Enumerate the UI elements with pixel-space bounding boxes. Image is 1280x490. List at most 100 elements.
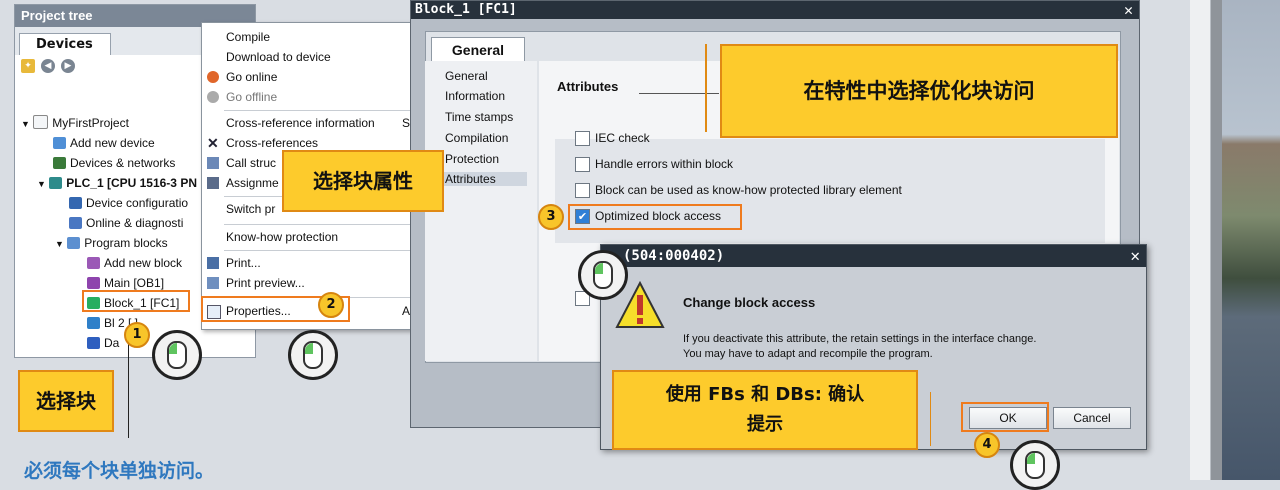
dialog-titlebar: (504:000402) ✕ [601, 245, 1146, 267]
menu-item-cross-ref-info[interactable]: Cross-reference information S [202, 113, 412, 133]
block1-highlight [82, 290, 190, 312]
optimized-highlight [568, 204, 742, 230]
project-icon [33, 115, 49, 129]
menu-label: Go offline [226, 90, 278, 104]
menu-separator [224, 110, 412, 111]
tree-item-label: PLC_1 [CPU 1516-3 PN [66, 176, 197, 190]
menu-label: Print preview... [226, 276, 305, 290]
device-config-icon [69, 197, 82, 209]
network-icon [53, 157, 66, 169]
callout-confirm-line1: 使用 FBs 和 DBs: 确认 [665, 384, 865, 405]
tree-item-label: Main [OB1] [104, 276, 165, 290]
background-photo [1222, 0, 1280, 480]
tree-item-devices-networks[interactable]: Devices & networks [53, 153, 175, 173]
know-how-library-label: Block can be used as know-how protected … [595, 183, 902, 197]
section-heading: Attributes [557, 79, 619, 94]
close-icon[interactable]: ✕ [1130, 245, 1140, 267]
tree-item-label: Program blocks [84, 236, 168, 250]
print-preview-icon [207, 277, 219, 289]
know-how-library-checkbox[interactable] [575, 183, 590, 198]
tab-general[interactable]: General [431, 37, 525, 62]
dialog-message-line1: If you deactivate this attribute, the re… [683, 333, 1037, 345]
add-block-icon [87, 257, 100, 269]
go-offline-icon [207, 91, 219, 103]
go-online-icon [207, 71, 219, 83]
nav-compilation[interactable]: Compilation [445, 131, 508, 145]
dialog-titlebar: Block_1 [FC1] ✕ [411, 1, 1139, 19]
mouse-click-icon [578, 250, 628, 300]
nav-protection[interactable]: Protection [445, 152, 499, 166]
tree-item-plc1[interactable]: ▼ PLC_1 [CPU 1516-3 PN [37, 173, 197, 193]
tree-item-myfirstproject[interactable]: ▼ MyFirstProject [21, 113, 129, 133]
menu-label: Compile [226, 30, 271, 44]
menu-label: Cross-references [226, 136, 319, 150]
nav-general[interactable]: General [445, 69, 488, 83]
callout-select-block: 选择块 [18, 370, 114, 432]
menu-label: Know-how protection [226, 230, 339, 244]
back-icon[interactable]: ◀ [41, 59, 55, 73]
tab-devices[interactable]: Devices [19, 33, 111, 55]
tree-item-label: Add new block [104, 256, 183, 270]
mouse-click-icon [288, 330, 338, 380]
dialog-title: (504:000402) [623, 248, 725, 264]
menu-label: Download to device [226, 50, 331, 64]
callout-optimize: 在特性中选择优化块访问 [720, 44, 1118, 138]
callout-confirm: 使用 FBs 和 DBs: 确认 提示 [612, 370, 918, 450]
add-device-icon [53, 137, 66, 149]
tree-item-label: Online & diagnosti [86, 216, 184, 230]
db-block-icon [87, 337, 100, 349]
scrollbar[interactable] [1190, 0, 1211, 480]
step-badge-2: 2 [318, 292, 344, 318]
tree-item-program-blocks[interactable]: ▼ Program blocks [55, 233, 168, 253]
iec-check-label: IEC check [595, 131, 650, 145]
expand-icon[interactable]: ▼ [37, 179, 46, 189]
tree-item-online-diagnostics[interactable]: Online & diagnosti [69, 213, 183, 233]
menu-separator [224, 250, 412, 251]
cancel-button[interactable]: Cancel [1053, 407, 1131, 429]
menu-label: Assignme [226, 176, 279, 190]
shortcut-label: S [401, 116, 410, 130]
step-badge-4: 4 [974, 432, 1000, 458]
menu-item-go-online[interactable]: Go online [202, 67, 412, 87]
connector-line [930, 392, 931, 446]
close-icon[interactable]: ✕ [1124, 1, 1133, 19]
menu-item-go-offline[interactable]: Go offline [202, 87, 412, 107]
forward-icon[interactable]: ▶ [61, 59, 75, 73]
menu-item-print[interactable]: Print... [202, 253, 412, 273]
print-icon [207, 257, 219, 269]
menu-item-print-preview[interactable]: Print preview... [202, 273, 412, 293]
tree-item-device-configuration[interactable]: Device configuratio [69, 193, 188, 213]
dialog-message-line2: You may have to adapt and recompile the … [683, 348, 933, 360]
fb-block-icon [87, 317, 100, 329]
callout-select-properties: 选择块属性 [282, 150, 444, 212]
expand-icon[interactable]: ▼ [21, 119, 30, 129]
tree-item-add-new-block[interactable]: Add new block [87, 253, 182, 273]
step-badge-3: 3 [538, 204, 564, 230]
tree-item-add-new-device[interactable]: Add new device [53, 133, 155, 153]
menu-item-know-how[interactable]: Know-how protection [202, 227, 412, 247]
mouse-click-icon [1010, 440, 1060, 490]
menu-item-download[interactable]: Download to device [202, 47, 412, 67]
mouse-click-icon [152, 330, 202, 380]
tree-item-data-block[interactable]: Da [87, 333, 119, 353]
folder-icon [67, 237, 81, 249]
ob-block-icon [87, 277, 100, 289]
iec-check-checkbox[interactable] [575, 131, 590, 146]
menu-item-compile[interactable]: Compile [202, 27, 412, 47]
nav-information[interactable]: Information [445, 89, 505, 103]
menu-label: Call struc [226, 156, 277, 170]
handle-errors-checkbox[interactable] [575, 157, 590, 172]
callout-confirm-line2: 提示 [747, 414, 783, 435]
background-window-strip [1190, 0, 1280, 480]
footer-note: 必须每个块单独访问。 [24, 460, 215, 482]
handle-errors-label: Handle errors within block [595, 157, 734, 171]
new-folder-icon[interactable]: ✦ [21, 59, 35, 73]
dialog-heading: Change block access [683, 295, 816, 310]
tree-item-label: Device configuratio [86, 196, 189, 210]
step-badge-1: 1 [124, 322, 150, 348]
nav-time-stamps[interactable]: Time stamps [445, 110, 513, 124]
tree-item-label: Devices & networks [70, 156, 176, 170]
menu-label: Go online [226, 70, 278, 84]
nav-attributes[interactable]: Attributes [443, 172, 527, 186]
expand-icon[interactable]: ▼ [55, 239, 64, 249]
